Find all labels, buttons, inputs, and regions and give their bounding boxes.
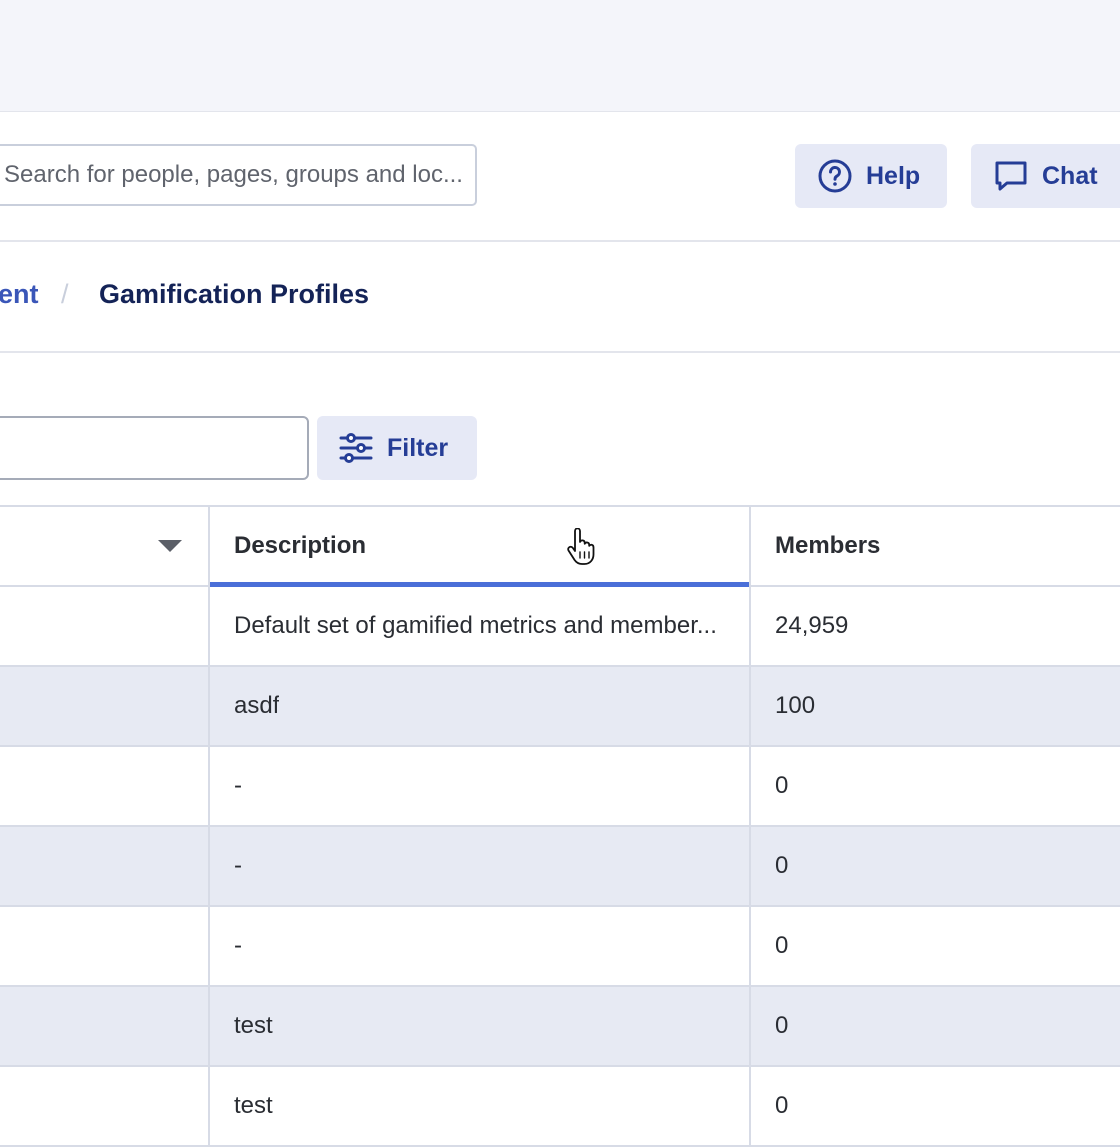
cell-description: Default set of gamified metrics and memb… [210, 587, 751, 665]
page-title: Gamification Profiles [99, 279, 370, 309]
table-row[interactable]: - 0 [0, 827, 1120, 907]
table-row[interactable]: asdf 100 [0, 667, 1120, 747]
table-row[interactable]: test 0 [0, 987, 1120, 1067]
global-search-input[interactable] [0, 144, 477, 206]
cell-members: 24,959 [775, 612, 849, 639]
cell-members: 0 [775, 852, 789, 879]
cell-name [0, 1067, 210, 1145]
cell-description: test [210, 1067, 751, 1145]
cell-description: asdf [210, 667, 751, 745]
table-header-row: Description Members [0, 505, 1120, 587]
help-label: Help [866, 161, 921, 190]
cell-description: - [210, 907, 751, 985]
cell-description: - [210, 827, 751, 905]
column-header-members[interactable]: Members [751, 507, 1120, 585]
cell-members: 0 [775, 932, 789, 959]
chat-bubble-icon [993, 158, 1029, 194]
cell-name [0, 907, 210, 985]
caret-down-icon[interactable] [157, 539, 183, 553]
cell-name [0, 587, 210, 665]
help-button[interactable]: Help [795, 144, 947, 208]
sliders-icon [339, 431, 373, 465]
table-search-input[interactable] [0, 416, 309, 480]
cell-members: 100 [775, 692, 816, 719]
top-backdrop [0, 0, 1120, 112]
breadcrumb-parent-link[interactable]: ent [0, 279, 39, 310]
filter-label: Filter [387, 433, 449, 462]
table-row[interactable]: test 0 [0, 1067, 1120, 1147]
column-header-description[interactable]: Description [210, 507, 751, 587]
top-header: Help Chat [0, 112, 1120, 242]
cell-description: - [210, 747, 751, 825]
cell-name [0, 827, 210, 905]
question-circle-icon [817, 158, 853, 194]
chat-label: Chat [1042, 161, 1098, 190]
breadcrumb: ent / Gamification Profiles [0, 242, 1120, 353]
cell-name [0, 667, 210, 745]
profiles-table: Description Members Default set of gamif… [0, 505, 1120, 1147]
table-row[interactable]: - 0 [0, 747, 1120, 827]
table-row[interactable]: Default set of gamified metrics and memb… [0, 587, 1120, 667]
column-header-name[interactable] [0, 507, 210, 585]
column-header-description-label: Description [234, 532, 367, 559]
cell-members: 0 [775, 1092, 789, 1119]
column-header-members-label: Members [775, 532, 881, 559]
cell-members: 0 [775, 1012, 789, 1039]
cell-name [0, 747, 210, 825]
filter-button[interactable]: Filter [317, 416, 477, 480]
table-row[interactable]: - 0 [0, 907, 1120, 987]
cell-description: test [210, 987, 751, 1065]
cell-name [0, 987, 210, 1065]
cell-members: 0 [775, 772, 789, 799]
chat-button[interactable]: Chat [971, 144, 1120, 208]
breadcrumb-separator: / [61, 279, 69, 309]
